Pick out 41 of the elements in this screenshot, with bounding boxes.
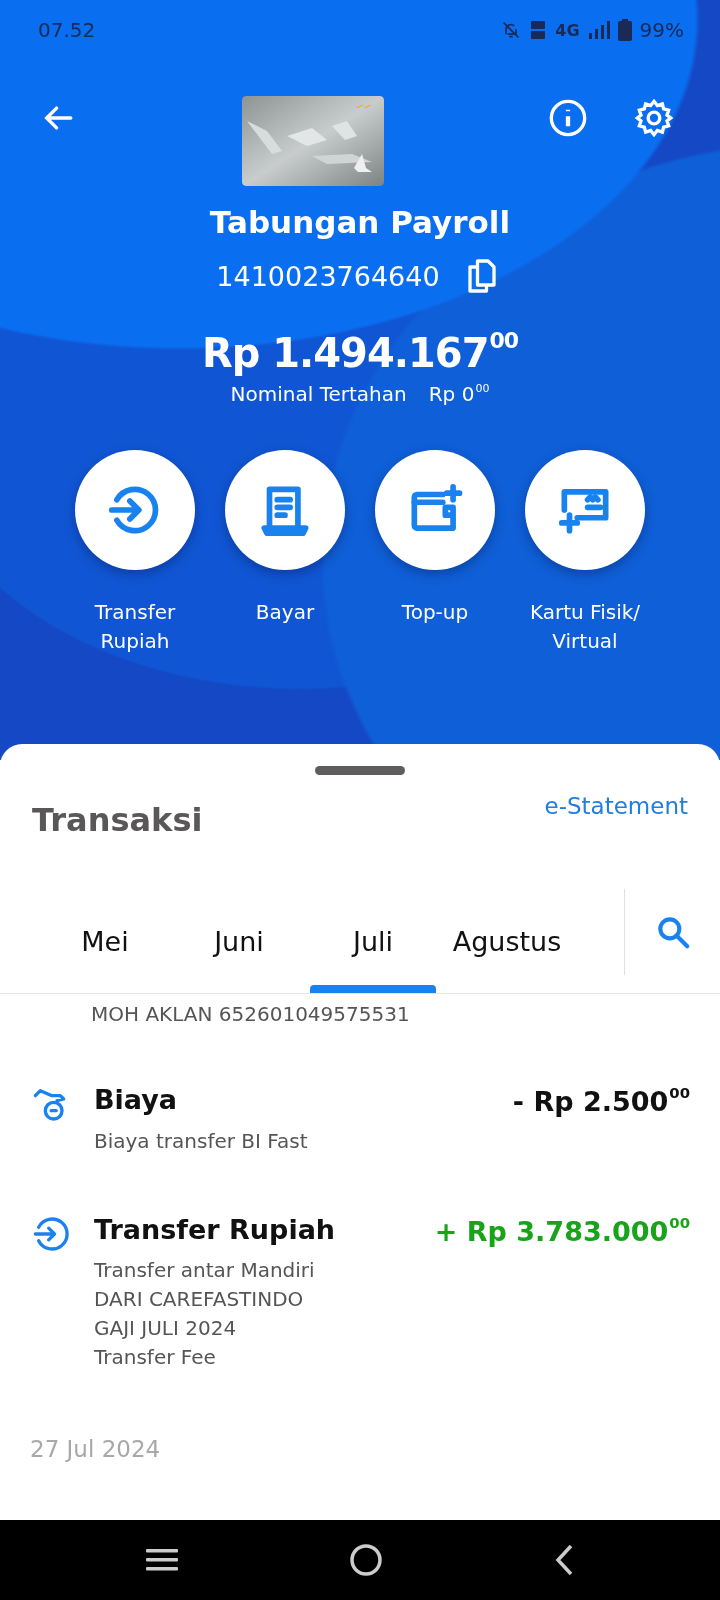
date-header: 27 Jul 2024 [29,1435,162,1463]
transaction-detail: MOH AKLAN 652601049575531 [90,1001,411,1026]
drag-handle[interactable] [315,766,405,775]
status-time: 07.52 [38,18,97,42]
transaction-detail: Biaya transfer BI Fast [94,1127,309,1155]
action-label: Kartu Fisik/ Virtual [529,599,641,656]
network-type: 4G [555,20,580,40]
transaction-detail: Transfer antar Mandiri [94,1257,316,1285]
battery-level: 99% [639,18,684,42]
battery-icon [617,19,632,41]
action-button[interactable] [225,450,345,571]
month-tab[interactable]: Agustus [440,889,574,993]
bell-off-icon [501,19,522,41]
transaction-amount: + Rp 3.783.000$^{00}$ [434,1213,690,1247]
home-icon[interactable] [349,1543,383,1577]
held-amount: Rp 0$^{00}$ [428,381,490,407]
volte-icon [529,19,548,41]
back-icon[interactable] [554,1544,575,1576]
action-label: Top-up [400,599,470,627]
transaction-detail: DARI CAREFASTINDO [94,1286,305,1314]
transaction-detail: Transfer Fee [94,1344,217,1372]
action-button[interactable] [525,450,645,571]
e-statement-link[interactable]: e-Statement [544,793,688,819]
action-label: Transfer Rupiah [93,599,177,656]
action-label: Bayar [254,599,316,627]
month-tab[interactable]: Juli [306,889,440,993]
balance-amount: Rp 1.494.167$^{00}$ [201,328,519,376]
transaction-title: Transfer Rupiah [94,1213,336,1245]
held-label: Nominal Tertahan [230,381,407,407]
transaction-detail: GAJI JULI 2024 [94,1315,238,1343]
action-button[interactable] [75,450,195,571]
transaction-title: Biaya [94,1084,178,1115]
month-tab[interactable]: Mei [38,889,172,993]
transaction-amount: - Rp 2.500$^{00}$ [512,1084,690,1117]
month-tab[interactable]: Juni [172,889,306,993]
action-button[interactable] [375,450,495,571]
section-title: Transaksi [32,801,203,839]
account-name: Tabungan Payroll [209,204,511,240]
account-number: 1410023764640 [216,260,440,292]
signal-icon [587,20,610,40]
menu-icon[interactable] [145,1547,178,1573]
